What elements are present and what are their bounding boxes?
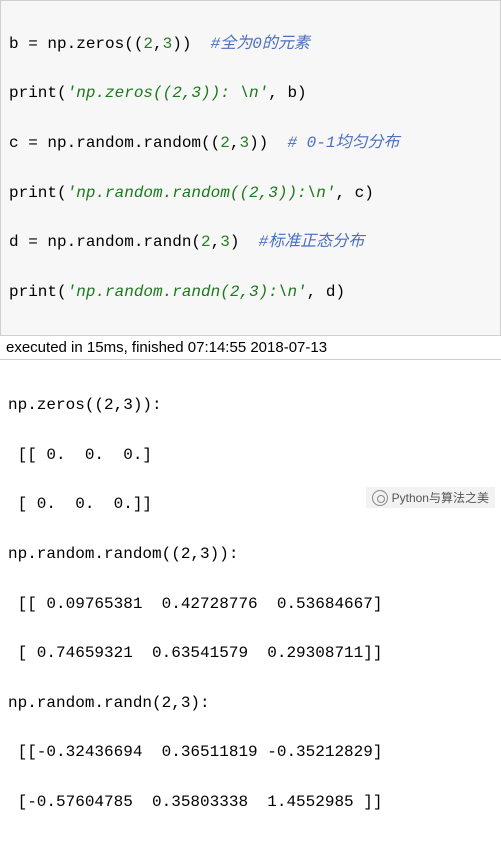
code-line-5: d = np.random.randn(2,3) #标准正态分布 <box>9 230 492 255</box>
code-text: , c) <box>335 184 373 202</box>
execution-status: executed in 15ms, finished 07:14:55 2018… <box>0 336 501 360</box>
code-line-3: c = np.random.random((2,3)) # 0-1均匀分布 <box>9 131 492 156</box>
comment: #标准正态分布 <box>259 233 365 251</box>
code-cell: b = np.zeros((2,3)) #全为0的元素 print('np.ze… <box>0 0 501 336</box>
code-line-4: print('np.random.random((2,3)):\n', c) <box>9 181 492 206</box>
output-line: np.random.randn(2,3): <box>8 691 493 716</box>
number-literal: 3 <box>239 134 249 152</box>
watermark: Python与算法之美 <box>366 487 495 508</box>
comma: , <box>153 35 163 53</box>
comment: #全为0的元素 <box>211 35 310 53</box>
output-line: [[ 0.09765381 0.42728776 0.53684667] <box>8 592 493 617</box>
comment: # 0-1均匀分布 <box>287 134 399 152</box>
output-line: np.random.random((2,3)): <box>8 542 493 567</box>
code-line-2: print('np.zeros((2,3)): \n', b) <box>9 81 492 106</box>
number-literal: 2 <box>143 35 153 53</box>
string-literal: 'np.random.randn(2,3):\n' <box>67 283 307 301</box>
code-text: )) <box>172 35 210 53</box>
code-text: )) <box>249 134 287 152</box>
code-text: print( <box>9 283 67 301</box>
watermark-text: Python与算法之美 <box>392 489 489 506</box>
code-text: , d) <box>307 283 345 301</box>
output-line: [-0.57604785 0.35803338 1.4552985 ]] <box>8 790 493 815</box>
code-line-1: b = np.zeros((2,3)) #全为0的元素 <box>9 32 492 57</box>
output-line: np.zeros((2,3)): <box>8 393 493 418</box>
code-text: c = np.random.random(( <box>9 134 220 152</box>
code-text: , b) <box>268 84 306 102</box>
number-literal: 2 <box>201 233 211 251</box>
comma: , <box>211 233 221 251</box>
string-literal: 'np.random.random((2,3)):\n' <box>67 184 336 202</box>
code-text: print( <box>9 84 67 102</box>
code-line-6: print('np.random.randn(2,3):\n', d) <box>9 280 492 305</box>
output-line: [[ 0. 0. 0.] <box>8 443 493 468</box>
code-text: ) <box>230 233 259 251</box>
output-line: [[-0.32436694 0.36511819 -0.35212829] <box>8 740 493 765</box>
number-literal: 3 <box>163 35 173 53</box>
string-literal: 'np.zeros((2,3)): \n' <box>67 84 269 102</box>
watermark-icon <box>372 490 388 506</box>
output-cell: np.zeros((2,3)): [[ 0. 0. 0.] [ 0. 0. 0.… <box>0 360 501 847</box>
code-text: d = np.random.randn( <box>9 233 201 251</box>
comma: , <box>230 134 240 152</box>
number-literal: 2 <box>220 134 230 152</box>
code-text: b = np.zeros(( <box>9 35 143 53</box>
number-literal: 3 <box>220 233 230 251</box>
output-line: [ 0.74659321 0.63541579 0.29308711]] <box>8 641 493 666</box>
code-text: print( <box>9 184 67 202</box>
